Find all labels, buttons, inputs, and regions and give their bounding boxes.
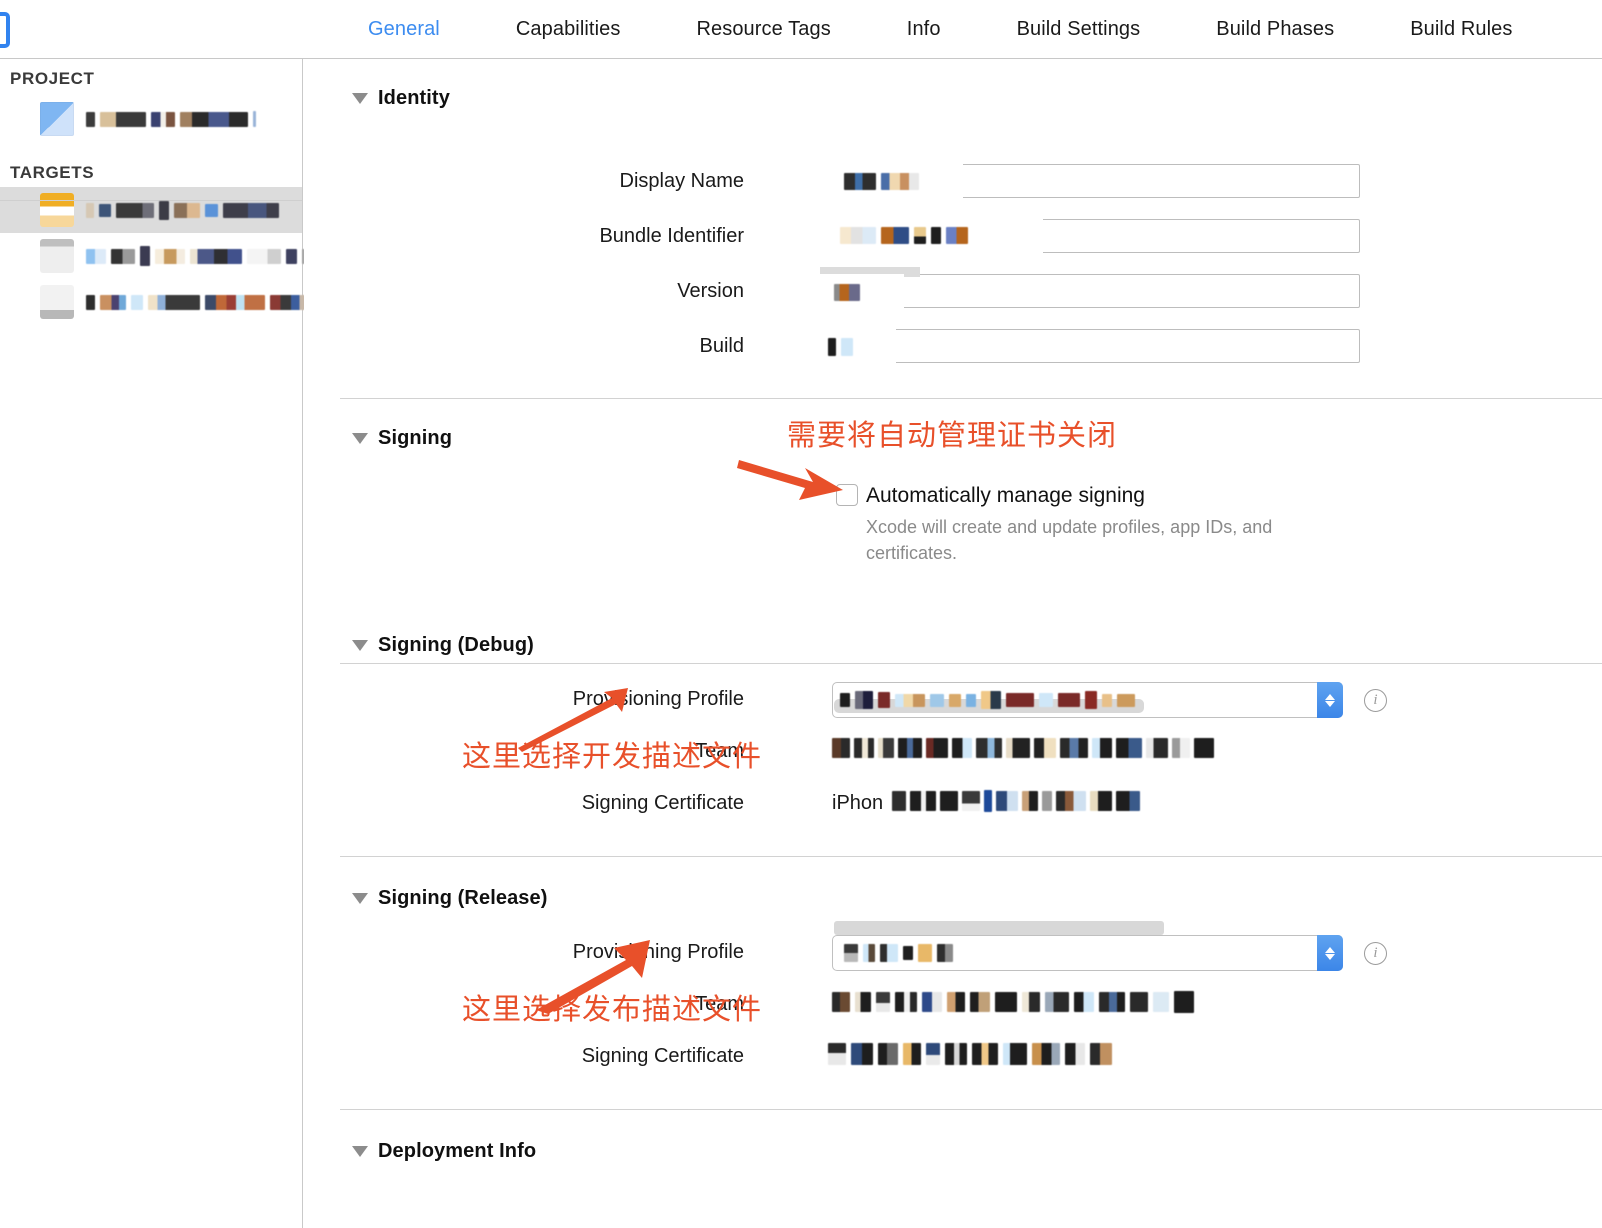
sidebar-item-target-app-label <box>86 200 279 220</box>
editor-tabs: General Capabilities Resource Tags Info … <box>330 0 1550 59</box>
value-debug-provisioning-profile-redacted <box>840 691 1135 709</box>
sidebar-item-target-tests[interactable] <box>0 233 314 279</box>
tab-info[interactable]: Info <box>869 18 979 41</box>
tab-resource-tags[interactable]: Resource Tags <box>658 18 868 41</box>
label-automatically-manage-signing[interactable]: Automatically manage signing <box>866 484 1145 508</box>
uitest-target-icon <box>40 285 74 319</box>
disclosure-triangle-icon[interactable] <box>352 893 368 904</box>
section-header-identity[interactable]: Identity <box>352 87 450 110</box>
section-title-identity: Identity <box>378 87 450 109</box>
input-version[interactable] <box>833 274 1360 308</box>
chevron-down-icon[interactable] <box>1325 700 1335 707</box>
disclosure-triangle-icon[interactable] <box>352 1146 368 1157</box>
value-bundle-identifier-redacted <box>840 227 968 244</box>
sidebar-item-target-uitests-label <box>86 294 327 310</box>
sidebar-section-project: PROJECT <box>10 69 95 88</box>
value-release-provisioning-profile-redacted <box>844 944 953 962</box>
section-header-signing[interactable]: Signing <box>352 427 452 450</box>
test-target-icon <box>40 239 74 273</box>
xcode-target-editor-window: General Capabilities Resource Tags Info … <box>0 0 1602 1228</box>
sidebar-divider-right <box>82 200 302 201</box>
help-text-signing: Xcode will create and update profiles, a… <box>866 517 1273 563</box>
sidebar-item-target-uitests[interactable] <box>0 279 327 325</box>
sidebar-item-target-app[interactable] <box>0 187 302 233</box>
tab-general[interactable]: General <box>330 18 478 41</box>
disclosure-triangle-icon[interactable] <box>352 93 368 104</box>
annotation-text-auto-signing: 需要将自动管理证书关闭 <box>787 420 1118 452</box>
rule-after-signing-release <box>340 1109 1602 1110</box>
sidebar-section-targets: TARGETS <box>10 163 95 182</box>
sidebar-item-project[interactable] <box>0 93 302 145</box>
stepper-debug-provisioning-profile[interactable] <box>1317 682 1343 718</box>
chevron-down-icon[interactable] <box>1325 953 1335 960</box>
section-header-signing-release[interactable]: Signing (Release) <box>352 887 548 910</box>
sidebar-divider-left <box>0 200 86 201</box>
section-header-signing-debug[interactable]: Signing (Debug) <box>352 634 534 657</box>
app-target-icon <box>40 193 74 227</box>
rule-after-signing-debug <box>340 856 1602 857</box>
focus-ring-fragment <box>0 12 10 48</box>
tab-build-settings[interactable]: Build Settings <box>979 18 1179 41</box>
value-version-redacted <box>834 284 860 301</box>
label-debug-signing-certificate: Signing Certificate <box>581 792 744 814</box>
rule-after-signing <box>340 663 1602 664</box>
annotation-arrow-to-debug-profile <box>518 688 628 752</box>
info-icon-release-provisioning-profile[interactable]: i <box>1364 942 1387 965</box>
label-release-signing-certificate: Signing Certificate <box>581 1045 744 1067</box>
editor-tab-bar: General Capabilities Resource Tags Info … <box>0 0 1602 59</box>
rule-after-identity <box>340 398 1602 399</box>
value-release-team-redacted <box>832 991 1194 1013</box>
annotation-arrow-to-checkbox <box>737 460 843 500</box>
general-settings-pane: Identity Display Name Bundle Identifier … <box>304 59 1602 1228</box>
value-debug-signing-certificate-prefix: iPhon <box>832 792 884 814</box>
chevron-up-icon[interactable] <box>1325 946 1335 953</box>
label-build: Build <box>699 335 744 357</box>
section-header-deployment-info[interactable]: Deployment Info <box>352 1140 536 1163</box>
label-version: Version <box>677 280 744 302</box>
value-release-signing-certificate-redacted <box>828 1043 1112 1065</box>
value-debug-team-redacted <box>832 738 1214 758</box>
sidebar-item-project-label <box>86 111 256 127</box>
sidebar-item-target-tests-label <box>86 246 314 266</box>
tab-capabilities[interactable]: Capabilities <box>478 18 659 41</box>
value-display-name-redacted <box>844 173 919 190</box>
value-debug-signing-certificate-redacted <box>892 790 1140 812</box>
section-title-signing-release: Signing (Release) <box>378 887 548 909</box>
stepper-release-provisioning-profile[interactable] <box>1317 935 1343 971</box>
section-title-signing-debug: Signing (Debug) <box>378 634 534 656</box>
disclosure-triangle-icon[interactable] <box>352 433 368 444</box>
release-profile-mask-bar <box>834 921 1164 935</box>
annotation-arrow-to-release-profile <box>536 940 650 1014</box>
version-redaction-mask <box>820 274 904 310</box>
tab-build-phases[interactable]: Build Phases <box>1178 18 1372 41</box>
chevron-up-icon[interactable] <box>1325 693 1335 700</box>
label-bundle-identifier: Bundle Identifier <box>599 225 744 247</box>
section-title-signing: Signing <box>378 427 453 449</box>
input-build[interactable] <box>833 329 1360 363</box>
disclosure-triangle-icon[interactable] <box>352 640 368 651</box>
info-icon-debug-provisioning-profile[interactable]: i <box>1364 689 1387 712</box>
xcode-project-icon <box>40 102 74 136</box>
section-title-deployment-info: Deployment Info <box>378 1140 537 1162</box>
project-targets-sidebar: PROJECT TARGETS <box>0 59 327 1228</box>
value-build-redacted <box>828 338 853 356</box>
label-display-name: Display Name <box>619 170 744 192</box>
tab-build-rules[interactable]: Build Rules <box>1372 18 1550 41</box>
